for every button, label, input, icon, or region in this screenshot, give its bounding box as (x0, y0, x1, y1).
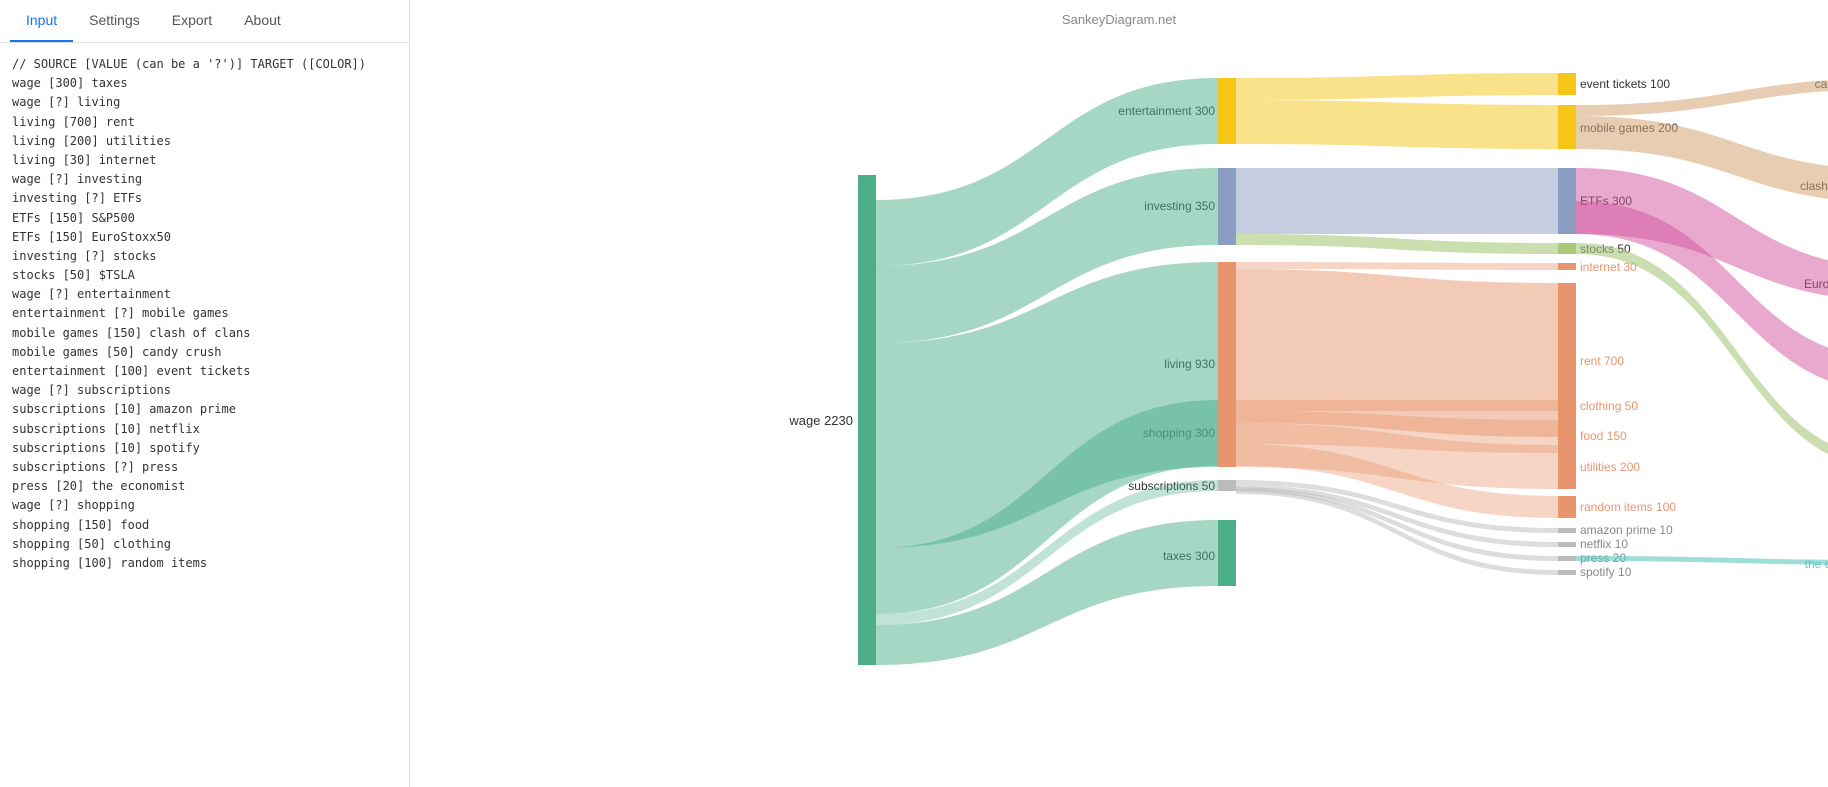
node-clothing (1558, 400, 1576, 411)
tab-input[interactable]: Input (10, 0, 73, 42)
node-stocks (1558, 243, 1576, 254)
node-taxes (1218, 520, 1236, 586)
node-shopping (1218, 400, 1236, 466)
node-investing (1218, 168, 1236, 245)
node-netflix (1558, 542, 1576, 547)
tab-bar: Input Settings Export About (0, 0, 409, 43)
flow-liv-internet (1236, 262, 1558, 270)
node-internet (1558, 263, 1576, 270)
node-etfs (1558, 168, 1576, 234)
flow-inv-stocks (1236, 234, 1558, 254)
sankey-diagram: wage 2230 entertainment 300 investing 35… (410, 0, 1828, 787)
flow-shop-clothing (1236, 400, 1558, 411)
node-food (1558, 420, 1576, 453)
input-editor[interactable] (0, 43, 409, 787)
node-rent (1558, 283, 1576, 437)
flow-ent-eventtickets (1236, 73, 1558, 100)
node-press (1558, 556, 1576, 561)
node-spotify (1558, 570, 1576, 575)
label-utilities: utilities 200 (1580, 460, 1640, 474)
label-event-tickets: event tickets 100 (1580, 77, 1670, 91)
label-random-items: random items 100 (1580, 500, 1676, 514)
label-food: food 150 (1580, 429, 1627, 443)
node-mobile-games (1558, 105, 1576, 149)
node-event-tickets (1558, 73, 1576, 95)
tab-settings[interactable]: Settings (73, 0, 156, 42)
diagram-area: SankeyDiagram.net wage 2230 entertainmen… (410, 0, 1828, 787)
node-amazon-prime (1558, 528, 1576, 533)
tab-export[interactable]: Export (156, 0, 228, 42)
label-rent: rent 700 (1580, 354, 1624, 368)
flow-ent-mobilegames (1236, 100, 1558, 149)
node-entertainment (1218, 78, 1236, 144)
label-wage: wage 2230 (788, 413, 853, 428)
node-subscriptions (1218, 480, 1236, 491)
label-amazon-prime: amazon prime 10 (1580, 523, 1673, 537)
label-netflix: netflix 10 (1580, 537, 1628, 551)
label-spotify: spotify 10 (1580, 565, 1632, 579)
left-panel: Input Settings Export About (0, 0, 410, 787)
node-random-items (1558, 496, 1576, 518)
node-wage (858, 175, 876, 665)
flow-inv-etfs (1236, 168, 1558, 234)
tab-about[interactable]: About (228, 0, 297, 42)
label-clothing: clothing 50 (1580, 399, 1638, 413)
